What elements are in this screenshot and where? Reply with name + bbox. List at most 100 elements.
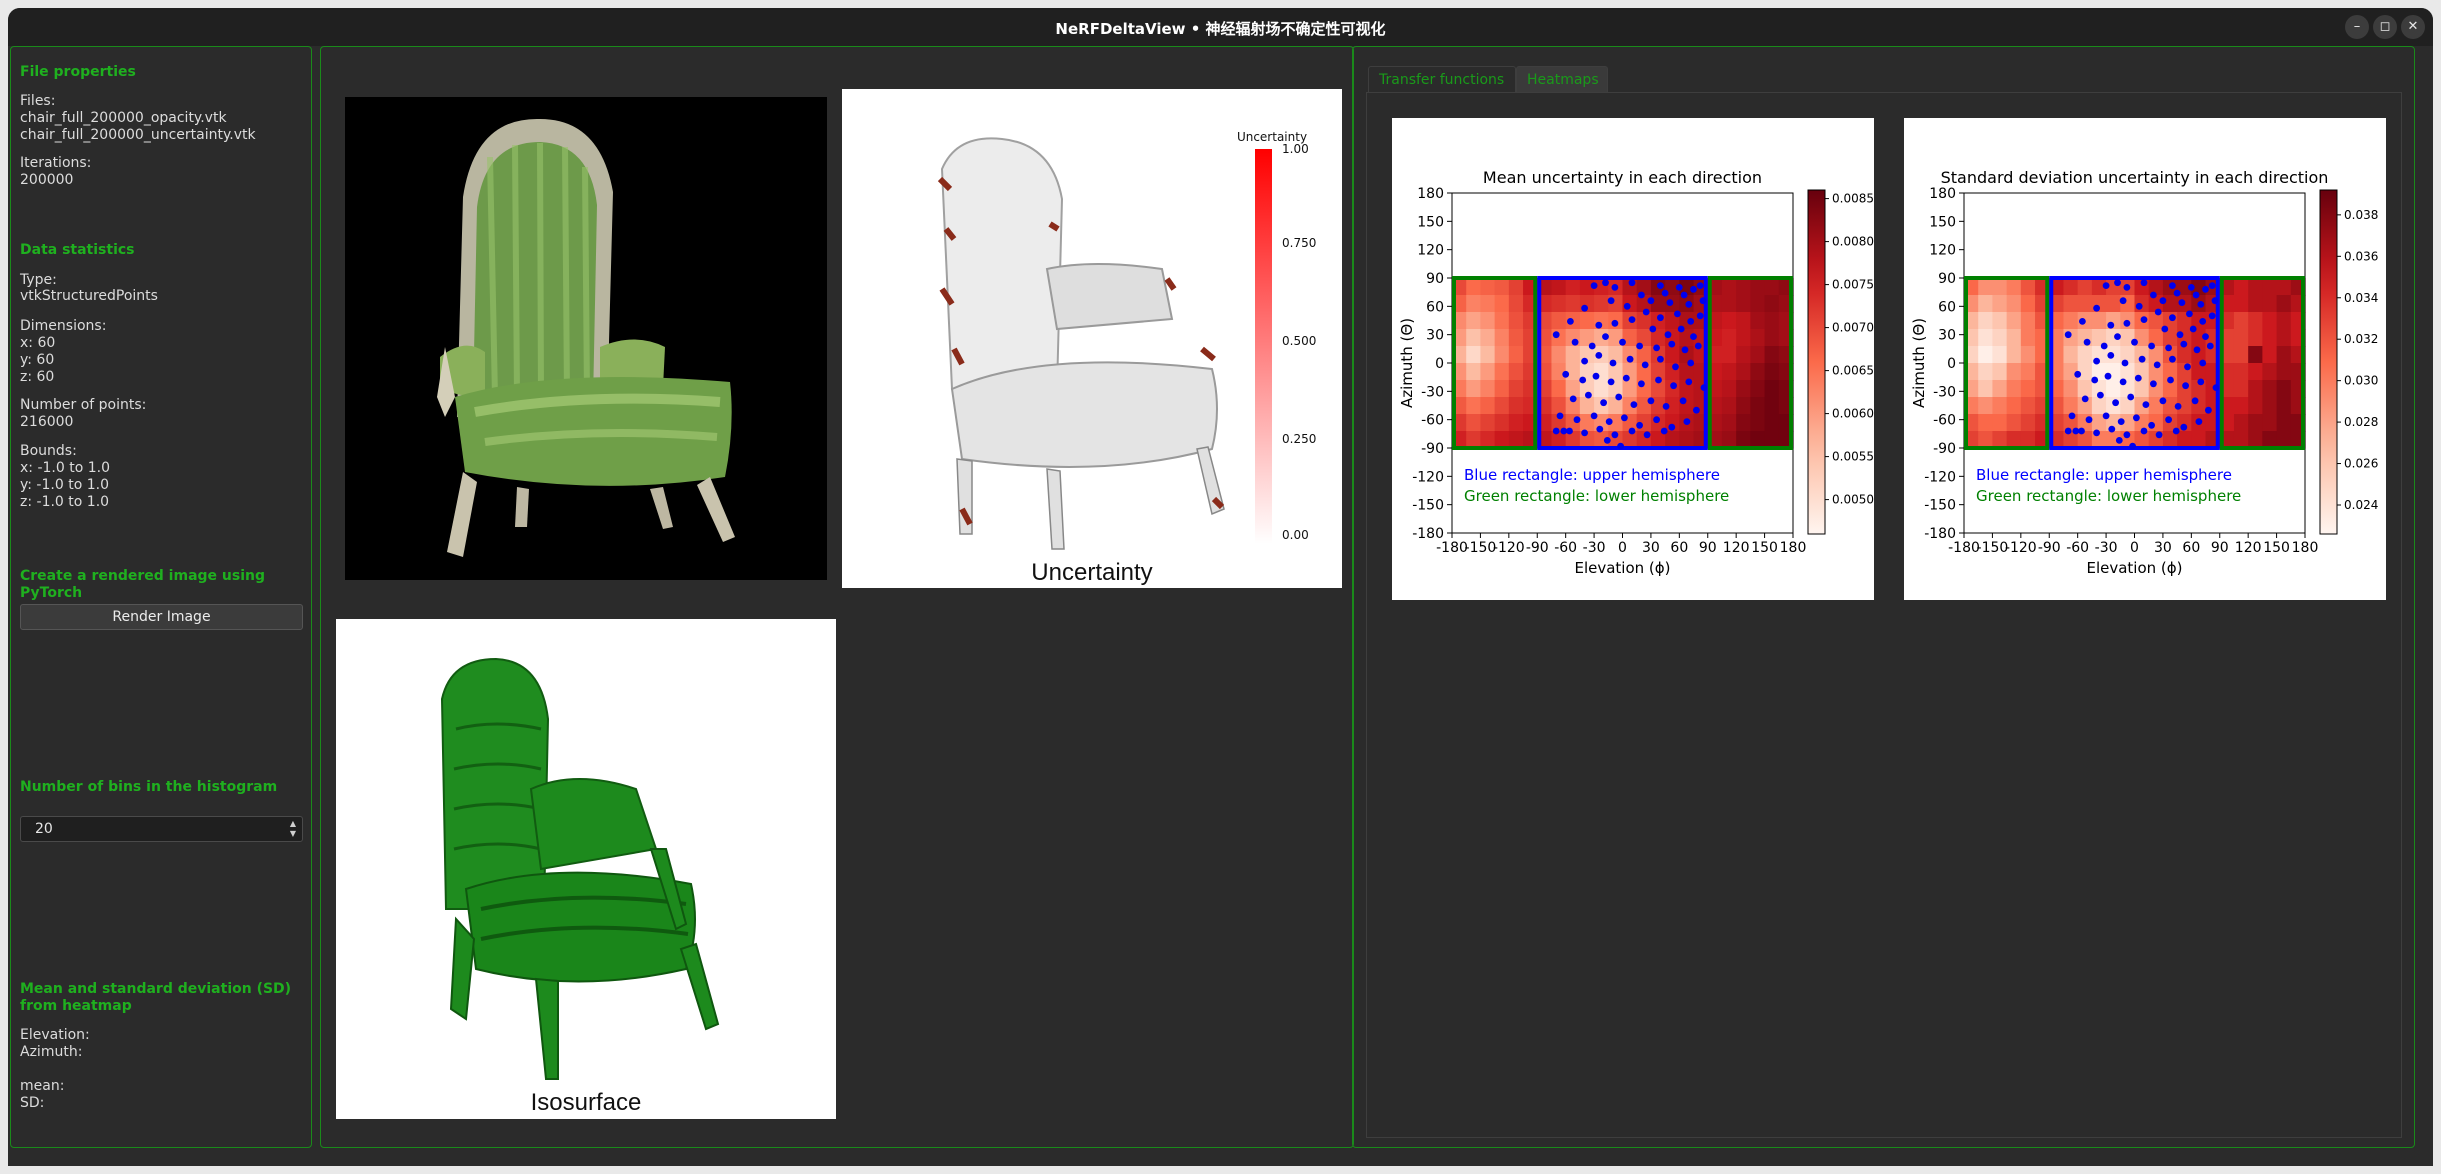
heatmap-cell (1736, 278, 1751, 296)
scatter-point (2182, 382, 2189, 390)
heatmap-cell (1551, 278, 1567, 296)
heatmap-cell (2063, 380, 2079, 398)
heatmap-cell (1466, 380, 1482, 398)
heatmap-cell (1750, 329, 1766, 347)
heatmap-cell (1992, 431, 2008, 449)
scatter-point (1611, 284, 1619, 291)
heatmap-cell (2106, 295, 2121, 313)
scatter-point (1636, 342, 1643, 350)
heatmap-cell (1551, 397, 1567, 415)
heatmap-cell (1978, 397, 1994, 415)
title-bar[interactable]: NeRFDeltaView • 神经辐射场不确定性可视化 – ◻ ✕ (8, 8, 2433, 46)
heatmap-cell (2276, 346, 2292, 364)
x-tick-label: 60 (2182, 540, 2200, 556)
heatmap-cell (1721, 329, 1737, 347)
sd-label: SD: (20, 1095, 45, 1111)
y-tick-label: 150 (1417, 214, 1444, 230)
scatter-point (1623, 302, 1631, 310)
scatter-point (1700, 384, 1708, 391)
heatmap-cell (1508, 346, 1524, 364)
heatmap-cell (1508, 414, 1524, 432)
scatter-point (2180, 340, 2188, 348)
heatmap-cell (1494, 363, 1510, 381)
heatmap-cell (1992, 397, 2008, 415)
scatter-point (1626, 355, 1634, 363)
colorbar-tick-label: 0.0080 (1832, 235, 1874, 249)
tab-heatmaps[interactable]: Heatmaps (1516, 66, 1608, 92)
scatter-point (2191, 397, 2199, 405)
scatter-point (1628, 279, 1636, 287)
heatmap-cell (1508, 397, 1524, 415)
minimize-button[interactable]: – (2345, 15, 2369, 39)
heatmap-cell (1721, 380, 1737, 398)
heatmap-cell (2020, 329, 2036, 347)
heatmap-cell (2276, 295, 2292, 313)
scatter-point (1687, 318, 1695, 325)
scatter-point (1657, 314, 1664, 322)
heatmap-cell (2077, 295, 2093, 313)
heatmap-cell (2077, 380, 2093, 398)
scatter-point (2159, 397, 2167, 405)
colorbar-tick-label: 0.030 (2344, 374, 2378, 388)
colorbar-tick-label: 0.032 (2344, 332, 2378, 346)
heatmap-cell (2162, 295, 2178, 313)
scatter-point (2195, 418, 2203, 425)
scatter-point (1680, 291, 1688, 299)
heatmap-cell (1736, 329, 1751, 347)
heatmap-cell (1608, 363, 1624, 381)
scatter-point (1642, 308, 1650, 316)
y-tick-label: 150 (1929, 214, 1956, 230)
close-button[interactable]: ✕ (2401, 15, 2425, 39)
scatter-point (2199, 359, 2207, 367)
heatmap-cell (2134, 295, 2150, 313)
iterations-value: 200000 (20, 172, 74, 188)
heatmap-cell (2020, 278, 2036, 296)
scatter-point (2155, 431, 2163, 439)
heatmap-cell (1978, 312, 1994, 330)
heatmap-cell (1992, 346, 2008, 364)
scatter-point (1681, 346, 1689, 354)
bins-spinbox[interactable]: 20 ▲ ▼ (20, 816, 303, 842)
maximize-button[interactable]: ◻ (2373, 15, 2397, 39)
scatter-point (1677, 325, 1685, 333)
scatter-point (2184, 363, 2191, 371)
heatmap-cell (1978, 278, 1994, 296)
tab-transfer-functions[interactable]: Transfer functions (1368, 66, 1516, 92)
x-tick-label: -60 (2066, 540, 2089, 556)
scatter-point (2208, 282, 2216, 289)
heatmap-cell (2262, 278, 2278, 296)
scatter-point (1571, 338, 1579, 346)
heatmap-cell (2063, 397, 2079, 415)
heatmap-cell (1508, 431, 1524, 449)
scatter-point (2115, 437, 2123, 444)
spin-down-icon[interactable]: ▼ (287, 829, 299, 839)
mean-heatmap-chart: Mean uncertainty in each direction-180-1… (1398, 168, 1874, 577)
uncertainty-colorbar (1255, 149, 1272, 544)
heatmap-cell (2177, 431, 2192, 449)
scatter-point (1696, 312, 1704, 320)
y-tick-label: 90 (1426, 271, 1444, 287)
heatmap-cell (1608, 397, 1624, 415)
heatmap-cell (2063, 295, 2079, 313)
render-image-button[interactable]: Render Image (20, 604, 303, 630)
heatmap-cell (1494, 397, 1510, 415)
scatter-point (2187, 284, 2195, 291)
scatter-point (1607, 378, 1615, 386)
heatmap-cell (1736, 295, 1751, 313)
spin-up-icon[interactable]: ▲ (287, 819, 299, 829)
heatmap-cell (2233, 397, 2249, 415)
uncertainty-view[interactable]: Uncertainty 1.00 0.750 0.500 0.250 0.00 … (842, 89, 1342, 588)
heatmap-cell (1480, 312, 1496, 330)
scatter-point (1602, 333, 1609, 340)
rendered-chair-view[interactable] (345, 97, 827, 580)
heatmap-cell (2262, 397, 2278, 415)
heatmap-cell (1764, 363, 1780, 381)
isosurface-view[interactable]: Isosurface (336, 619, 836, 1119)
heatmap-cell (1978, 295, 1994, 313)
scatter-point (2068, 412, 2076, 420)
heatmap-cell (1565, 278, 1581, 296)
heatmap-cell (1494, 295, 1510, 313)
sd-heatmap-figure: Standard deviation uncertainty in each d… (1904, 118, 2386, 600)
heatmap-cell (1750, 363, 1766, 381)
heatmap-cell (2020, 295, 2036, 313)
